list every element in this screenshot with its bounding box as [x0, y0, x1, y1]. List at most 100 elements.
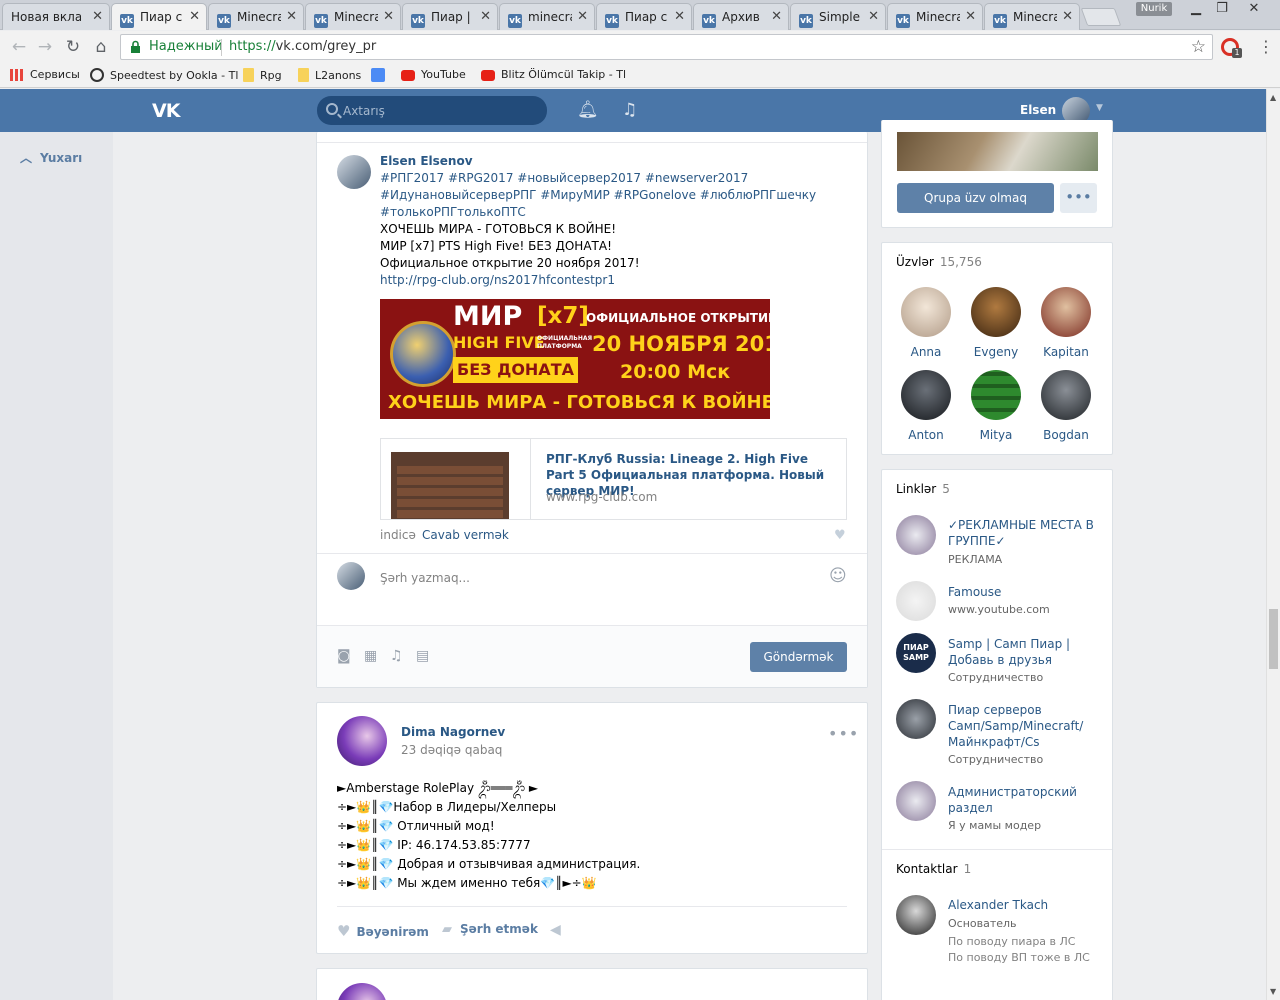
back-to-top-label: Yuxarı — [40, 151, 83, 165]
post-author-avatar[interactable] — [337, 716, 387, 766]
restore-icon[interactable]: ❐ — [1208, 0, 1236, 18]
bookmark-l2anons[interactable]: L2anons — [298, 68, 361, 82]
scroll-up-icon[interactable]: ▲ — [1270, 93, 1276, 102]
bookmark-rpg[interactable]: Rpg — [243, 68, 282, 82]
tab-8[interactable]: vk Simple ✕ — [790, 3, 886, 30]
tab-3[interactable]: vk Minecra ✕ — [305, 3, 401, 30]
contact-avatar[interactable] — [896, 895, 936, 935]
close-icon[interactable]: ✕ — [577, 9, 588, 24]
reload-icon[interactable]: ↻ — [62, 37, 84, 57]
emoji-icon[interactable]: ☺ — [829, 566, 847, 586]
home-icon[interactable]: ⌂ — [90, 37, 112, 57]
promo-banner-image[interactable]: МИР [x7] HIGH FIVE ОФИЦИАЛЬНАЯ ПЛАТФОРМА… — [380, 299, 770, 419]
music-note-icon[interactable]: ♫ — [390, 648, 403, 664]
bookmark-star-icon[interactable]: ☆ — [1191, 37, 1206, 57]
close-icon[interactable]: ✕ — [286, 9, 297, 24]
member-avatar — [971, 370, 1021, 420]
close-icon[interactable]: ✕ — [674, 9, 685, 24]
close-icon[interactable]: ✕ — [383, 9, 394, 24]
tab-7[interactable]: vk Архив ✕ — [693, 3, 789, 30]
tab-0[interactable]: Новая вкла ✕ — [2, 3, 110, 30]
external-link[interactable]: http://rpg-club.org/ns2017hfcontestpr1 — [380, 272, 840, 289]
address-bar[interactable]: Надежный https://vk.com/grey_pr ☆ — [120, 34, 1213, 60]
lock-icon — [131, 40, 140, 53]
search-input[interactable] — [343, 102, 533, 119]
page-scrollbar[interactable]: ▲ ▼ — [1266, 89, 1280, 1000]
scroll-down-icon[interactable]: ▼ — [1270, 987, 1276, 996]
join-group-button[interactable]: Qrupa üzv olmaq — [897, 183, 1054, 213]
comment-button[interactable]: ▰ Şərh etmək — [442, 922, 538, 937]
post-author-name[interactable]: Dima Nagornev — [401, 725, 505, 739]
member-anton[interactable]: Anton — [896, 370, 956, 442]
member-bogdan[interactable]: Bogdan — [1036, 370, 1096, 442]
contacts-title[interactable]: Kontaktlar 1 — [896, 862, 971, 876]
tab-5[interactable]: vk minecra ✕ — [499, 3, 595, 30]
tab-4[interactable]: vk Пиар | ✕ — [402, 3, 498, 30]
document-icon[interactable]: ▤ — [416, 648, 429, 664]
member-evgeny[interactable]: Evgeny — [966, 287, 1026, 359]
back-arrow-icon[interactable]: ← — [8, 37, 30, 57]
tab-9[interactable]: vk Minecra ✕ — [887, 3, 983, 30]
reply-link[interactable]: Cavab vermək — [422, 528, 509, 542]
hashtags-line[interactable]: #ИдунановыйсерверРПГ #МируМИР #RPGonelov… — [380, 187, 840, 204]
members-title[interactable]: Üzvlər 15,756 — [896, 255, 982, 269]
bookmark-youtube[interactable]: YouTube — [401, 68, 466, 81]
music-icon[interactable]: ♫ — [622, 100, 637, 120]
bookmark-apps[interactable]: Сервисы — [10, 68, 80, 81]
close-icon[interactable]: ✕ — [868, 9, 879, 24]
heart-icon[interactable]: ♥ — [834, 528, 846, 543]
header-user-name[interactable]: Elsen — [1020, 103, 1056, 117]
tab-10[interactable]: vk Minecra ✕ — [984, 3, 1080, 30]
comment-time[interactable]: indicə — [380, 528, 416, 542]
comment-input[interactable] — [380, 569, 810, 587]
close-icon[interactable]: ✕ — [771, 9, 782, 24]
more-options-icon[interactable]: ••• — [828, 724, 859, 743]
search-box[interactable] — [317, 96, 547, 125]
tab-1[interactable]: vk Пиар с ✕ — [111, 3, 207, 30]
link-preview-card[interactable]: РПГ-Клуб Russia: Lineage 2. High Five Pa… — [380, 438, 847, 520]
bookmark-translate[interactable] — [371, 68, 391, 82]
post-author-avatar[interactable] — [337, 983, 387, 1000]
hashtags-line[interactable]: #толькоРПГтолькоПТС — [380, 204, 840, 221]
url-text[interactable]: https://vk.com/grey_pr — [229, 39, 376, 54]
forward-arrow-icon[interactable]: → — [34, 37, 56, 57]
bell-icon[interactable]: 🔔︎ — [577, 100, 599, 120]
close-icon[interactable]: ✕ — [965, 9, 976, 24]
link-avatar: ПИАР SAMP — [896, 633, 936, 673]
minimize-icon[interactable]: ▁ — [1182, 0, 1210, 18]
close-icon[interactable]: ✕ — [92, 9, 103, 24]
member-anna[interactable]: Anna — [896, 287, 956, 359]
back-to-top-link[interactable]: ︿ Yuxarı — [20, 149, 82, 166]
share-megaphone-icon[interactable]: ◀ — [550, 922, 561, 938]
tab-6[interactable]: vk Пиар с ✕ — [596, 3, 692, 30]
more-actions-button[interactable]: ••• — [1060, 183, 1097, 213]
contact-name[interactable]: Alexander Tkach — [948, 898, 1048, 912]
close-icon[interactable]: ✕ — [1062, 9, 1073, 24]
send-button[interactable]: Göndərmək — [750, 642, 847, 672]
window-close-icon[interactable]: ✕ — [1240, 0, 1268, 18]
chevron-down-icon[interactable]: ▼ — [1096, 103, 1103, 113]
like-button[interactable]: ♥ Bəyənirəm — [337, 922, 429, 940]
comment-author-avatar[interactable] — [337, 155, 371, 189]
browser-menu-icon[interactable]: ⋮ — [1258, 37, 1274, 56]
bookmark-speedtest[interactable]: Speedtest by Ookla - Tl — [90, 68, 238, 82]
thumb-row — [397, 510, 503, 518]
links-title[interactable]: Linklər 5 — [896, 482, 950, 496]
vk-logo-icon[interactable]: VK — [152, 100, 180, 122]
hashtags-line[interactable]: #РПГ2017 #RPG2017 #новыйсервер2017 #news… — [380, 170, 840, 187]
back-to-top-column[interactable]: ︿ Yuxarı — [0, 132, 113, 1000]
close-icon[interactable]: ✕ — [480, 9, 491, 24]
member-kapitan[interactable]: Kapitan — [1036, 287, 1096, 359]
comment-author-name[interactable]: Elsen Elsenov — [380, 154, 473, 168]
bookmark-blitz[interactable]: Blitz Ölümcül Takip - Tl — [481, 68, 626, 81]
video-icon[interactable]: ▦ — [364, 648, 377, 664]
new-tab-button[interactable] — [1080, 8, 1122, 26]
profile-badge[interactable]: Nurik — [1136, 2, 1172, 16]
scrollbar-thumb[interactable] — [1269, 609, 1278, 669]
member-mitya[interactable]: Mitya — [966, 370, 1026, 442]
camera-icon[interactable]: ◙ — [337, 648, 351, 664]
post-time[interactable]: 23 dəqiqə qabaq — [401, 743, 502, 757]
link-name: Samp | Самп Пиар | Добавь в друзья — [948, 637, 1071, 667]
close-icon[interactable]: ✕ — [189, 9, 200, 24]
tab-2[interactable]: vk Minecra ✕ — [208, 3, 304, 30]
